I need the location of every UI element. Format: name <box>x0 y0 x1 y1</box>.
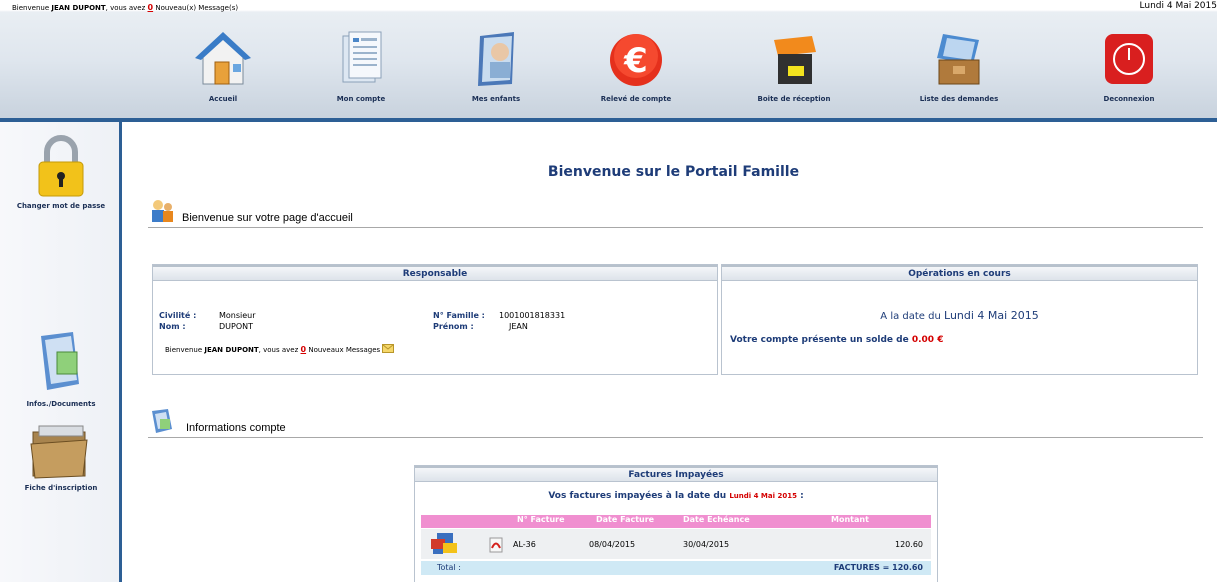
nom-label: Nom : <box>159 322 186 331</box>
nav-liste-label: Liste des demandes <box>919 95 999 103</box>
responsable-panel: Responsable Civilité : Monsieur Nom : DU… <box>152 264 718 375</box>
new-messages-count[interactable]: 0 <box>148 3 154 12</box>
inbox-icon <box>774 36 816 84</box>
svg-text:€: € <box>623 41 648 81</box>
euro-icon: € <box>610 34 662 86</box>
operations-date-prefix: A la date du <box>880 311 941 322</box>
sidebar-item-change-password[interactable]: Changer mot de passe <box>0 134 122 220</box>
nav-accueil[interactable]: Accueil <box>168 30 278 110</box>
sidebar-item-label: Infos./Documents <box>26 400 96 408</box>
sidebar-item-infos-documents[interactable]: Infos./Documents <box>0 330 122 416</box>
civilite-value: Monsieur <box>219 311 256 320</box>
prenom-label: Prénom : <box>433 322 474 331</box>
sidebar-item-label: Changer mot de passe <box>16 202 106 210</box>
page-title: Bienvenue sur le Portail Famille <box>547 164 800 180</box>
nav-liste-demandes[interactable]: Liste des demandes <box>904 30 1014 110</box>
folder-icon <box>30 425 88 479</box>
row-date-facture: 08/04/2015 <box>589 540 636 549</box>
nav-deconnexion[interactable]: Deconnexion <box>1074 30 1184 110</box>
top-navigation-bar: Bienvenue JEAN DUPONT, vous avez 0 Nouve… <box>0 0 1217 122</box>
famille-value: 1001001818331 <box>499 311 566 320</box>
documents-icon <box>41 332 79 390</box>
sidebar-item-label: Fiche d'inscription <box>24 484 98 492</box>
solde-text: Votre compte présente un solde de <box>730 335 909 345</box>
pdf-icon[interactable] <box>489 537 503 553</box>
factures-subtitle-text: Vos factures impayées à la date du <box>548 491 727 501</box>
table-row[interactable]: AL-36 08/04/2015 30/04/2015 120.60 <box>421 529 931 559</box>
nav-mon-compte-label: Mon compte <box>336 95 386 103</box>
factures-panel: Factures Impayées Vos factures impayées … <box>414 465 938 582</box>
factures-total-row: Total : FACTURES = 120.60 <box>421 561 931 575</box>
column-numero: N° Facture <box>517 515 565 524</box>
factures-subtitle: Vos factures impayées à la date du Lundi… <box>415 491 937 501</box>
row-montant: 120.60 <box>895 540 923 549</box>
responsable-panel-title: Responsable <box>153 265 717 281</box>
nom-value: DUPONT <box>219 322 254 331</box>
section-home-title: Bienvenue sur votre page d'accueil <box>182 212 353 224</box>
factures-subtitle-date: Lundi 4 Mai 2015 <box>729 492 797 500</box>
row-date-echeance: 30/04/2015 <box>683 540 730 549</box>
factures-table-header: N° Facture Date Facture Date Echéance Mo… <box>421 515 931 528</box>
current-date: Lundi 4 Mai 2015 <box>1139 1 1217 11</box>
section-account-header: Informations compte <box>148 408 1203 438</box>
messages-mid: , vous avez <box>258 346 299 354</box>
nav-boite-label: Boite de réception <box>757 95 831 103</box>
user-name: JEAN DUPONT <box>51 4 106 12</box>
left-sidebar: Changer mot de passe Infos./Documents Fi… <box>0 122 122 582</box>
nav-mes-enfants-label: Mes enfants <box>471 95 521 103</box>
nav-releve-label: Relevé de compte <box>600 95 672 103</box>
operations-date: Lundi 4 Mai 2015 <box>944 309 1039 322</box>
welcome-line: Bienvenue JEAN DUPONT, vous avez 0 Nouve… <box>12 3 238 12</box>
operations-panel: Opérations en cours A la date du Lundi 4… <box>721 264 1198 375</box>
column-date-facture: Date Facture <box>596 515 655 524</box>
nav-accueil-label: Accueil <box>208 95 238 103</box>
column-date-echeance: Date Echéance <box>683 515 750 524</box>
row-numero: AL-36 <box>513 540 536 549</box>
operations-date-line: A la date du Lundi 4 Mai 2015 <box>722 309 1197 322</box>
responsable-messages-line: Bienvenue JEAN DUPONT, vous avez 0 Nouve… <box>165 344 395 354</box>
solde-line: Votre compte présente un solde de 0.00 € <box>730 335 943 345</box>
prenom-value: JEAN <box>509 322 528 331</box>
nav-releve-compte[interactable]: € Relevé de compte <box>581 30 691 110</box>
welcome-prefix: Bienvenue <box>12 4 50 12</box>
invoice-icon <box>431 533 457 554</box>
account-info-icon <box>152 409 172 433</box>
envelope-icon[interactable] <box>382 344 395 353</box>
nav-deconnexion-label: Deconnexion <box>1103 95 1155 103</box>
home-icon <box>195 32 251 85</box>
nav-boite-reception[interactable]: Boite de réception <box>739 30 849 110</box>
family-icon <box>152 200 173 222</box>
messages-suffix: Nouveaux Messages <box>308 346 381 354</box>
requests-icon <box>937 34 980 85</box>
operations-panel-title: Opérations en cours <box>722 265 1197 281</box>
solde-value: 0.00 € <box>911 335 944 345</box>
welcome-suffix: Nouveau(x) Message(s) <box>155 4 239 12</box>
famille-label: N° Famille : <box>433 311 485 320</box>
account-icon <box>342 31 382 83</box>
power-icon <box>1105 34 1153 84</box>
sidebar-item-fiche-inscription[interactable]: Fiche d'inscription <box>0 422 122 502</box>
welcome-mid: , vous avez <box>105 4 146 12</box>
total-label: Total : <box>437 563 461 572</box>
padlock-icon <box>38 135 84 197</box>
nav-mes-enfants[interactable]: Mes enfants <box>441 30 551 110</box>
nav-mon-compte[interactable]: Mon compte <box>306 30 416 110</box>
children-icon <box>478 32 514 86</box>
total-value: FACTURES = 120.60 <box>833 563 923 572</box>
messages-user-name: JEAN DUPONT <box>204 346 259 354</box>
messages-prefix: Bienvenue <box>165 346 203 354</box>
factures-subtitle-end: : <box>800 491 804 501</box>
messages-count[interactable]: 0 <box>301 345 307 354</box>
section-home-header: Bienvenue sur votre page d'accueil <box>148 198 1203 228</box>
factures-panel-title: Factures Impayées <box>415 466 937 482</box>
column-montant: Montant <box>831 515 869 524</box>
civilite-label: Civilité : <box>159 311 197 320</box>
section-account-title: Informations compte <box>186 422 286 434</box>
